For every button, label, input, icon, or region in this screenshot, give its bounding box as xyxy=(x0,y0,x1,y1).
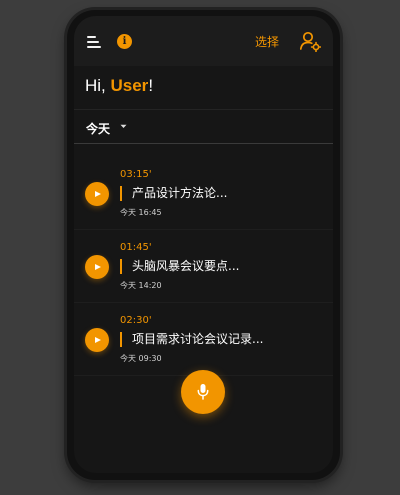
recording-item[interactable]: 01:45' 头脑风暴会议要点... 今天 14:20 xyxy=(74,242,333,314)
user-name: User xyxy=(110,76,149,95)
recording-title: 产品设计方法论... xyxy=(132,186,228,200)
divider xyxy=(74,109,333,110)
recording-duration: 02:30' xyxy=(120,315,152,326)
play-icon[interactable] xyxy=(85,182,109,206)
recording-time: 今天 09:30 xyxy=(120,354,162,363)
greeting-suffix: ! xyxy=(148,76,154,95)
select-button[interactable]: 选择 xyxy=(255,34,279,50)
greeting-prefix: Hi, xyxy=(85,76,111,95)
recording-time: 今天 16:45 xyxy=(120,208,162,217)
user-settings-icon[interactable] xyxy=(299,30,321,52)
recording-title: 头脑风暴会议要点... xyxy=(132,259,240,273)
divider xyxy=(74,229,333,230)
microphone-icon xyxy=(197,384,209,400)
recording-title: 项目需求讨论会议记录... xyxy=(132,332,264,346)
divider xyxy=(74,143,333,144)
app-screen: i 选择 Hi, User! 今天 03:15' 产品设计方法论... 今天 1… xyxy=(74,16,333,473)
recording-duration: 03:15' xyxy=(120,169,152,180)
date-filter-dropdown[interactable]: 今天 xyxy=(86,120,110,137)
recording-time: 今天 14:20 xyxy=(120,281,162,290)
chevron-down-icon[interactable] xyxy=(120,124,127,129)
divider xyxy=(74,302,333,303)
accent-bar xyxy=(120,259,122,274)
recording-duration: 01:45' xyxy=(120,242,152,253)
phone-frame: i 选择 Hi, User! 今天 03:15' 产品设计方法论... 今天 1… xyxy=(67,10,340,480)
greeting: Hi, User! xyxy=(85,76,153,96)
recording-item[interactable]: 03:15' 产品设计方法论... 今天 16:45 xyxy=(74,169,333,241)
top-bar: i 选择 xyxy=(74,16,333,66)
info-icon[interactable]: i xyxy=(117,34,132,49)
record-button[interactable] xyxy=(181,370,225,414)
accent-bar xyxy=(120,332,122,347)
menu-icon[interactable] xyxy=(87,36,101,48)
play-icon[interactable] xyxy=(85,328,109,352)
accent-bar xyxy=(120,186,122,201)
play-icon[interactable] xyxy=(85,255,109,279)
